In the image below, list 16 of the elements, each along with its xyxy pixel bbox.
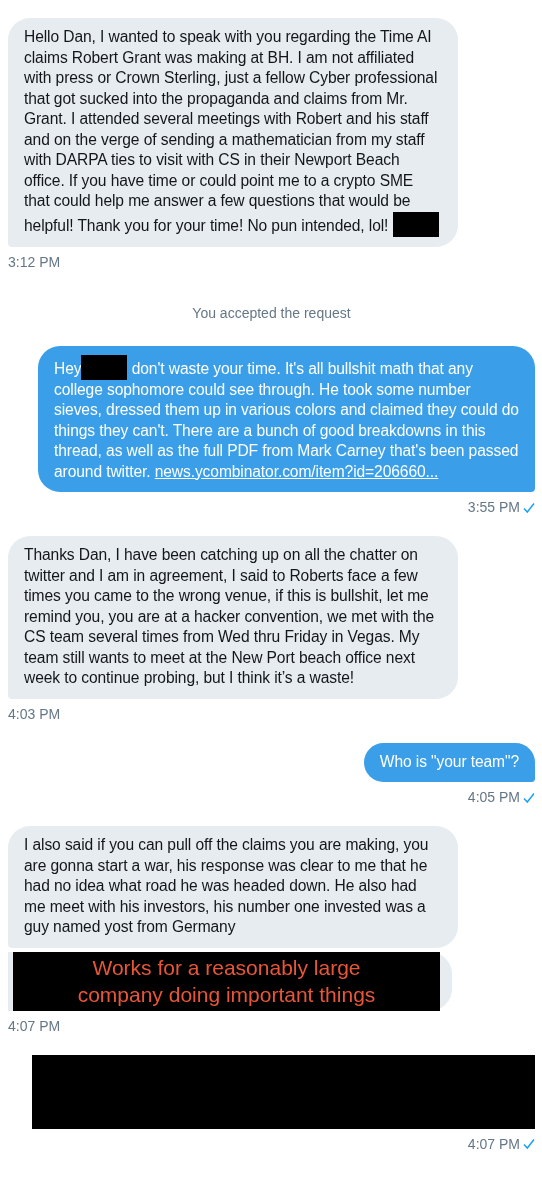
timestamp: 4:03 PM (8, 704, 61, 724)
timestamp: 4:07 PM (8, 1016, 61, 1036)
timestamp: 4:05 PM (467, 788, 520, 807)
message-bubble: Who is "your team"? (363, 742, 535, 782)
timestamp: 3:12 PM (8, 252, 61, 272)
timestamp: 4:07 PM (467, 1134, 520, 1154)
message-bubble: Thanks Dan, I have been catching up on all the chatter on twitter and I am in agreement, I said to Roberts face a few times you came to the wrong venue, if this is bullshit, let me remind you, you are at a hacker convention, we met with the CS team several times from Wed thru Friday in Vegas. My team still wants to meet at the New Port beach office next week to continue probing, but I think it’s a waste! (8, 536, 458, 699)
redaction-bar (392, 211, 439, 237)
message-bubble: I also said if you can pull off the claims you are making, you are gonna start a war, his response was clear to me that he had no idea what road he was headed down. He also had me meet with his investors, his number one invested was a guy named yost from Germany (8, 826, 458, 948)
redaction-bar (81, 354, 128, 380)
message-bubble: Hello Dan, I wanted to speak with you regarding the Time AI claims Robert Grant was making at BH. I am not affiliated with press or Crown Sterling, just a fellow Cyber professional that got sucked into the propaganda and claims from Mr. Grant. I attended several meetings with Robert and his staff and on the verge of sending a mathematician from my staff with DARPA ties to visit with CS in their Newport Beach office. If you have time or could point me to a crypto SME that could help me answer a few questions that would be helpful! Thank you for your time! No pun intended, lol! (8, 18, 458, 247)
message-link[interactable]: news.ycombinator.com/item?id=206660... (154, 462, 439, 480)
message-bubble: Hey don't waste your time. It's all bullshit math that any college sophomore could see through. He took some number sieves, dressed them up in various colors and claimed they could do things they can't. There are a bunch of good breakdowns in this thread, as well as the full PDF from Mark Carney that's been passed around twitter. news.ycombinator.com/item?id=206660... (38, 345, 535, 492)
timestamp: 3:55 PM (467, 498, 520, 517)
system-message: You accepted the request (191, 303, 352, 323)
redaction-note: Works for a reasonably large company doing important things (13, 951, 440, 1011)
